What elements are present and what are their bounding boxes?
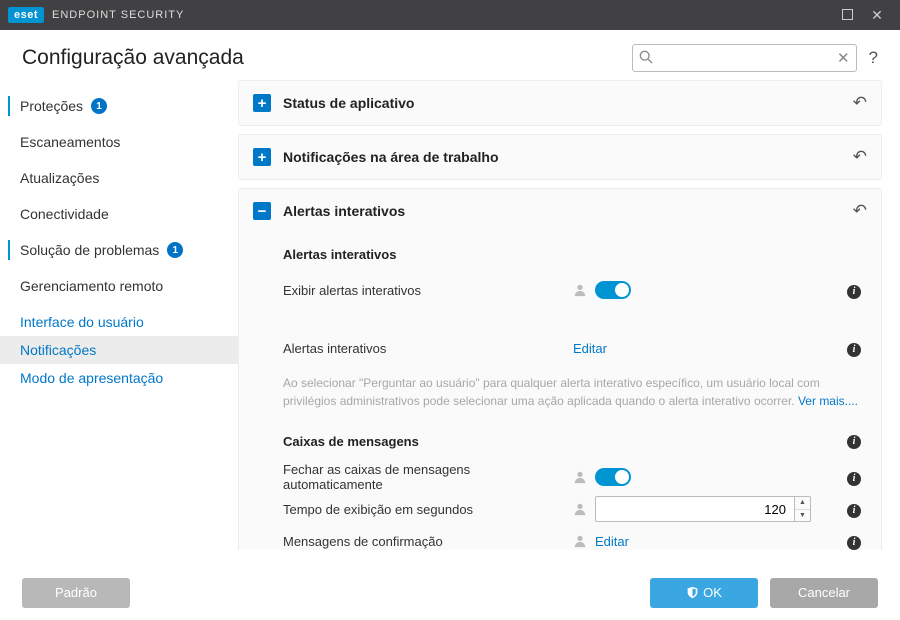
search-icon <box>639 50 653 67</box>
row-label: Tempo de exibição em segundos <box>283 502 573 517</box>
user-icon <box>573 283 587 297</box>
sidebar-item-remote-mgmt[interactable]: Gerenciamento remoto <box>0 268 238 304</box>
footer: Padrão OK Cancelar <box>0 565 900 620</box>
hint-text: Ao selecionar "Perguntar ao usuário" par… <box>283 374 867 410</box>
user-icon <box>573 534 587 548</box>
group-title-alerts: Alertas interativos <box>283 247 867 262</box>
sidebar-item-troubleshooting[interactable]: Solução de problemas 1 <box>0 232 238 268</box>
number-spinner: ▲ ▼ <box>795 496 811 522</box>
info-icon[interactable]: i <box>847 435 861 449</box>
product-name: ENDPOINT SECURITY <box>52 9 184 21</box>
sidebar-item-label: Escaneamentos <box>20 134 120 150</box>
undo-icon[interactable]: ↶ <box>853 147 867 167</box>
panel-interactive-alerts: − Alertas interativos ↶ Alertas interati… <box>238 188 882 550</box>
sidebar-item-label: Gerenciamento remoto <box>20 278 163 294</box>
timeout-input[interactable] <box>595 496 795 522</box>
cancel-button[interactable]: Cancelar <box>770 578 878 608</box>
collapse-icon: − <box>253 202 271 220</box>
row-label: Fechar as caixas de mensagens automatica… <box>283 462 573 492</box>
sidebar-sub-ui[interactable]: Interface do usuário <box>0 308 238 336</box>
undo-icon[interactable]: ↶ <box>853 93 867 113</box>
shield-icon <box>686 586 699 599</box>
see-more-link[interactable]: Ver mais.... <box>798 394 858 408</box>
sidebar-item-label: Conectividade <box>20 206 109 222</box>
sidebar-item-updates[interactable]: Atualizações <box>0 160 238 196</box>
sidebar-sub-presentation[interactable]: Modo de apresentação <box>0 364 238 392</box>
panel-title: Notificações na área de trabalho <box>283 149 853 165</box>
info-icon[interactable]: i <box>847 472 861 486</box>
sidebar-item-label: Proteções <box>20 98 83 114</box>
spin-up-icon[interactable]: ▲ <box>795 497 810 510</box>
sidebar-sub-notifications[interactable]: Notificações <box>0 336 238 364</box>
toggle-auto-close[interactable] <box>595 468 631 486</box>
ok-button[interactable]: OK <box>650 578 758 608</box>
sidebar-item-label: Atualizações <box>20 170 99 186</box>
user-icon <box>573 470 587 484</box>
sidebar-item-scans[interactable]: Escaneamentos <box>0 124 238 160</box>
row-label: Mensagens de confirmação <box>283 534 573 549</box>
panel-desktop-notifications: + Notificações na área de trabalho ↶ <box>238 134 882 180</box>
sidebar: Proteções 1 Escaneamentos Atualizações C… <box>0 80 238 580</box>
expand-icon: + <box>253 148 271 166</box>
info-icon[interactable]: i <box>847 536 861 550</box>
spin-down-icon[interactable]: ▼ <box>795 510 810 522</box>
search-input[interactable] <box>632 44 857 72</box>
help-icon[interactable]: ? <box>869 48 878 68</box>
clear-search-icon[interactable]: ✕ <box>837 49 850 67</box>
panel-header-interactive-alerts[interactable]: − Alertas interativos ↶ <box>239 189 881 233</box>
info-icon[interactable]: i <box>847 343 861 357</box>
panel-header-app-status[interactable]: + Status de aplicativo ↶ <box>239 81 881 125</box>
row-label: Alertas interativos <box>283 341 573 356</box>
expand-icon: + <box>253 94 271 112</box>
row-label: Exibir alertas interativos <box>283 283 573 298</box>
title-bar: eset ENDPOINT SECURITY ✕ <box>0 0 900 30</box>
undo-icon[interactable]: ↶ <box>853 201 867 221</box>
group-title-msgboxes: Caixas de mensagens <box>283 434 847 449</box>
info-icon[interactable]: i <box>847 504 861 518</box>
panel-body: Alertas interativos Exibir alertas inter… <box>239 233 881 550</box>
search-box: ✕ <box>632 44 857 72</box>
sidebar-sub-group: Interface do usuário Notificações Modo d… <box>0 304 238 396</box>
default-button[interactable]: Padrão <box>22 578 130 608</box>
row-auto-close: Fechar as caixas de mensagens automatica… <box>283 461 867 493</box>
panel-title: Status de aplicativo <box>283 95 853 111</box>
user-icon <box>573 502 587 516</box>
panel-title: Alertas interativos <box>283 203 853 219</box>
toggle-show-alerts[interactable] <box>595 281 631 299</box>
content-area[interactable]: + Status de aplicativo ↶ + Notificações … <box>238 80 888 550</box>
nav-badge: 1 <box>167 242 183 258</box>
row-show-alerts: Exibir alertas interativos i <box>283 274 867 306</box>
page-header: Configuração avançada ✕ ? <box>0 30 900 80</box>
row-confirm-msgs: Mensagens de confirmação Editar i <box>283 525 867 550</box>
edit-confirm-link[interactable]: Editar <box>595 534 629 549</box>
page-title: Configuração avançada <box>22 46 244 70</box>
info-icon[interactable]: i <box>847 285 861 299</box>
edit-alerts-link[interactable]: Editar <box>573 341 607 356</box>
window-close-icon[interactable]: ✕ <box>862 7 892 24</box>
nav-badge: 1 <box>91 98 107 114</box>
panel-header-desktop-notifications[interactable]: + Notificações na área de trabalho ↶ <box>239 135 881 179</box>
brand-logo: eset <box>8 7 44 23</box>
row-timeout: Tempo de exibição em segundos ▲ ▼ <box>283 493 867 525</box>
row-edit-alerts: Alertas interativos Editar i <box>283 332 867 364</box>
sidebar-item-protections[interactable]: Proteções 1 <box>0 88 238 124</box>
window-maximize-icon[interactable] <box>832 7 862 23</box>
sidebar-item-label: Solução de problemas <box>20 242 159 258</box>
sidebar-item-connectivity[interactable]: Conectividade <box>0 196 238 232</box>
panel-app-status: + Status de aplicativo ↶ <box>238 80 882 126</box>
